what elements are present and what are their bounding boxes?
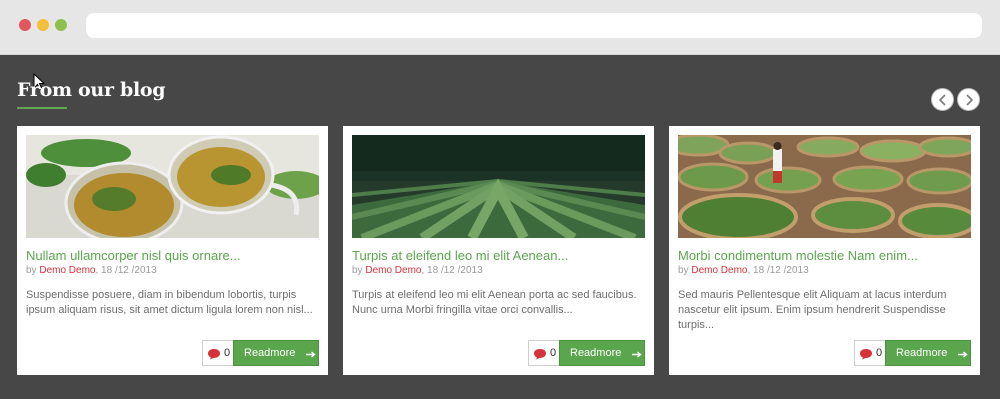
post-title-link[interactable]: Turpis at eleifend leo mi elit Aenean... xyxy=(352,248,647,263)
by-label: by xyxy=(352,265,363,276)
readmore-button[interactable]: Readmore xyxy=(885,340,971,366)
blog-section: From our blog Nullam ullamcorper nisl qu… xyxy=(0,55,1000,399)
arrow-right-icon xyxy=(306,351,316,358)
author-link[interactable]: Demo Demo xyxy=(365,265,421,276)
post-excerpt: Suspendisse posuere, diam in bibendum lo… xyxy=(26,289,313,316)
arrow-right-icon xyxy=(632,351,642,358)
post-meta: by Demo Demo, 18 /12 /2013 xyxy=(352,265,483,276)
tea-baskets-image xyxy=(678,135,971,238)
by-label: by xyxy=(26,265,37,276)
tea-cups-image xyxy=(26,135,319,238)
carousel-prev-button[interactable] xyxy=(931,88,954,111)
window-minimize-dot[interactable] xyxy=(37,19,49,31)
readmore-label: Readmore xyxy=(570,347,622,359)
arrow-right-icon xyxy=(958,351,968,358)
comment-count: 0 xyxy=(876,347,883,359)
comment-count: 0 xyxy=(550,347,557,359)
browser-chrome xyxy=(0,0,1000,55)
carousel-next-button[interactable] xyxy=(957,88,980,111)
author-link[interactable]: Demo Demo xyxy=(39,265,95,276)
post-meta: by Demo Demo, 18 /12 /2013 xyxy=(26,265,157,276)
blog-card: Morbi condimentum molestie Nam enim... b… xyxy=(669,126,980,375)
author-link[interactable]: Demo Demo xyxy=(691,265,747,276)
window-maximize-dot[interactable] xyxy=(55,19,67,31)
by-label: by xyxy=(678,265,689,276)
window-close-dot[interactable] xyxy=(19,19,31,31)
post-thumbnail[interactable] xyxy=(352,135,645,238)
section-title: From our blog xyxy=(17,79,166,101)
blog-card: Turpis at eleifend leo mi elit Aenean...… xyxy=(343,126,654,375)
post-excerpt: Sed mauris Pellentesque elit Aliquam at … xyxy=(678,289,947,331)
comment-count: 0 xyxy=(224,347,231,359)
readmore-button[interactable]: Readmore xyxy=(559,340,645,366)
post-title-link[interactable]: Nullam ullamcorper nisl quis ornare... xyxy=(26,248,321,263)
post-thumbnail[interactable] xyxy=(26,135,319,238)
post-date: , 18 /12 /2013 xyxy=(421,265,483,276)
post-date: , 18 /12 /2013 xyxy=(747,265,809,276)
comments-button[interactable]: 0 xyxy=(854,340,887,366)
post-excerpt: Turpis at eleifend leo mi elit Aenean po… xyxy=(352,289,637,316)
post-thumbnail[interactable] xyxy=(678,135,971,238)
speech-bubble-icon xyxy=(208,349,220,360)
post-date: , 18 /12 /2013 xyxy=(95,265,157,276)
blog-card: Nullam ullamcorper nisl quis ornare... b… xyxy=(17,126,328,375)
comments-button[interactable]: 0 xyxy=(202,340,235,366)
chevron-right-icon xyxy=(966,94,974,106)
speech-bubble-icon xyxy=(534,349,546,360)
tea-plantation-image xyxy=(352,135,645,238)
post-title-link[interactable]: Morbi condimentum molestie Nam enim... xyxy=(678,248,973,263)
readmore-button[interactable]: Readmore xyxy=(233,340,319,366)
address-bar[interactable] xyxy=(86,13,982,38)
readmore-label: Readmore xyxy=(896,347,948,359)
speech-bubble-icon xyxy=(860,349,872,360)
readmore-label: Readmore xyxy=(244,347,296,359)
chevron-left-icon xyxy=(938,94,946,106)
post-meta: by Demo Demo, 18 /12 /2013 xyxy=(678,265,809,276)
comments-button[interactable]: 0 xyxy=(528,340,561,366)
title-underline xyxy=(17,107,67,109)
